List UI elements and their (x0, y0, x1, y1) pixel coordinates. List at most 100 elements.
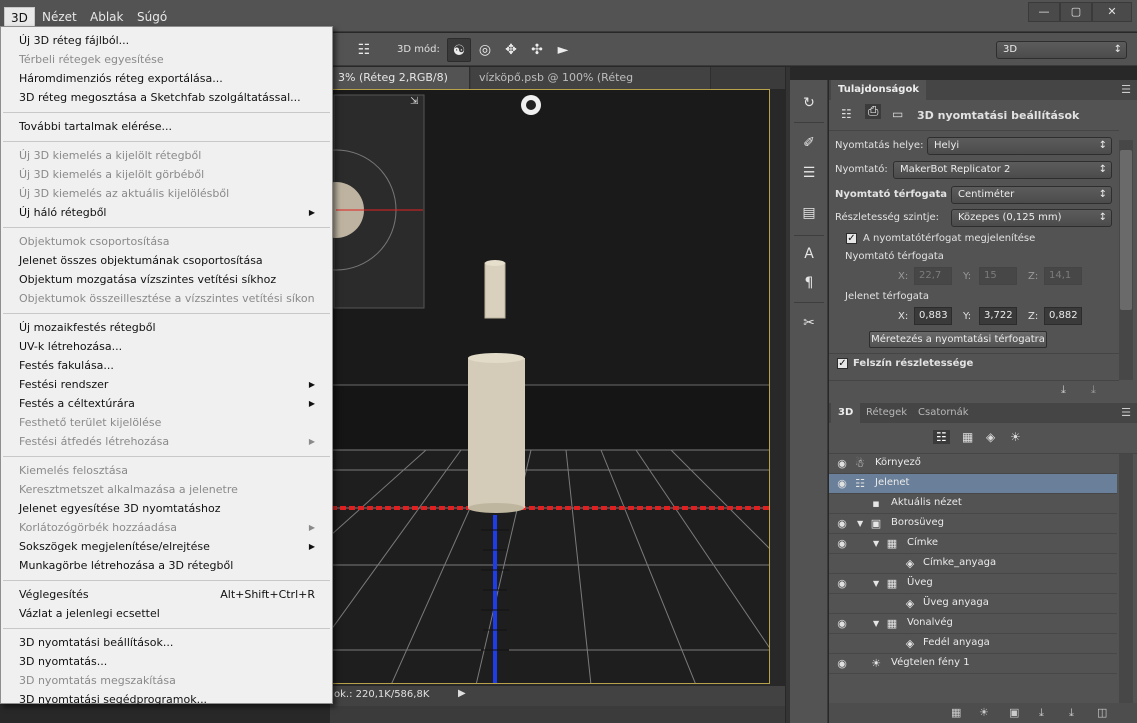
eye-icon[interactable]: ◉ (835, 537, 849, 551)
horizontal-scrollbar[interactable] (330, 706, 785, 723)
tab-layers[interactable]: Rétegek (859, 403, 914, 423)
scale-to-volume-button[interactable]: Méretezés a nyomtatási térfogatra (869, 331, 1047, 348)
settings-icon[interactable]: ⤓ (1069, 706, 1074, 720)
menu-item[interactable]: UV-k létrehozása... (19, 338, 319, 356)
menu-view[interactable]: Nézet (36, 7, 83, 27)
menu-item[interactable]: Festési rendszer ▶ (19, 376, 319, 394)
panel-menu-icon[interactable]: ☰ (1121, 83, 1131, 96)
menu-item[interactable]: Új 3D réteg fájlból... (19, 32, 319, 50)
eye-icon[interactable]: ◉ (835, 477, 849, 491)
menu-item[interactable]: Új háló rétegből ▶ (19, 204, 319, 222)
scene-volume-z[interactable]: 0,882 (1044, 307, 1082, 325)
tab-3d[interactable]: 3D (831, 403, 861, 423)
layer-row-infinite-light[interactable]: ◉ ☀ Végtelen fény 1 (829, 654, 1117, 674)
tab-document-1[interactable]: 3% (Réteg 2,RGB/8) *✕ (330, 67, 470, 106)
scale-video-icon[interactable]: ► (551, 38, 575, 62)
maximize-button[interactable]: ▢ (1060, 2, 1092, 22)
menu-help[interactable]: Súgó (131, 7, 173, 27)
eye-icon[interactable]: ◉ (835, 657, 849, 671)
layer-row-environment[interactable]: ◉ ☃ Környező (829, 454, 1117, 474)
eye-icon[interactable]: ◉ (835, 617, 849, 631)
menu-item[interactable]: További tartalmak elérése... (19, 118, 319, 136)
brush-preset-icon[interactable]: ☰ (798, 162, 820, 184)
scrollbar-thumb[interactable] (1120, 150, 1132, 310)
filter-light-icon[interactable]: ☀ (1010, 430, 1021, 444)
filter-mesh-icon[interactable]: ▦ (962, 430, 973, 444)
layer-row-glass[interactable]: ◉ ▼ ▦ Üveg (829, 574, 1117, 594)
tool-presets-icon[interactable]: ✂ (798, 312, 820, 334)
menu-item[interactable]: Sokszögek megjelenítése/elrejtése ▶ (19, 538, 319, 556)
menu-item[interactable]: Háromdimenziós réteg exportálása... (19, 70, 319, 88)
menu-item[interactable]: Festés fakulása... (19, 357, 319, 375)
menu-item[interactable]: Jelenet egyesítése 3D nyomtatáshoz (19, 500, 319, 518)
expand-triangle-icon[interactable]: ▼ (873, 538, 883, 550)
expand-triangle-icon[interactable]: ▼ (873, 618, 883, 630)
detail-select[interactable]: Közepes (0,125 mm) (951, 209, 1112, 227)
render-icon[interactable]: ▣ (1009, 706, 1019, 719)
print-icon[interactable]: ⎙ (865, 104, 882, 119)
eye-icon[interactable]: ◉ (835, 577, 849, 591)
menu-item[interactable]: Objektum mozgatása vízszintes vetítési s… (19, 271, 319, 289)
menu-item[interactable]: 3D nyomtatási segédprogramok... (19, 691, 319, 709)
character-icon[interactable]: A (798, 243, 820, 265)
tab-channels[interactable]: Csatornák (911, 403, 976, 423)
close-button[interactable]: ✕ (1092, 2, 1132, 22)
export-icon[interactable]: ⤓ (1039, 706, 1044, 720)
menu-item[interactable]: Festés a céltextúrára ▶ (19, 395, 319, 413)
layer-row-current-view[interactable]: ▪ Aktuális nézet (829, 494, 1117, 514)
layer-row-cap[interactable]: ◉ ▼ ▦ Vonalvég (829, 614, 1117, 634)
filter-material-icon[interactable]: ◈ (986, 430, 995, 444)
layer-row-scene[interactable]: ◉ ☷ Jelenet (829, 474, 1117, 494)
tab-document-2[interactable]: vízköpő.psb @ 100% (Réteg 2,RGB/8)✕ (471, 67, 711, 106)
cube-icon[interactable]: ▭ (892, 107, 903, 121)
align-icon[interactable]: ☷ (352, 38, 376, 62)
eye-icon[interactable]: ◉ (835, 457, 849, 471)
filter-scene-icon[interactable]: ☷ (933, 430, 950, 444)
new-light-icon[interactable]: ☀ (979, 706, 989, 719)
trash-icon[interactable]: ◫ (1097, 706, 1107, 719)
layers-scrollbar[interactable] (1119, 454, 1133, 704)
reset-icon[interactable]: ⤓ (1091, 383, 1096, 397)
panel-menu-icon[interactable]: ☰ (1121, 406, 1131, 419)
workspace-select[interactable]: 3D (996, 41, 1127, 59)
orbit-icon[interactable]: ☯ (447, 38, 471, 62)
scene-volume-x[interactable]: 0,883 (914, 307, 952, 325)
expand-icon[interactable]: ⇲ (410, 96, 418, 107)
minimize-button[interactable]: — (1028, 2, 1060, 22)
menu-3d[interactable]: 3D (4, 7, 35, 27)
layer-row-bottle[interactable]: ◉ ▼ ▣ Borosüveg (829, 514, 1117, 534)
roll-icon[interactable]: ◎ (473, 38, 497, 62)
menu-item[interactable]: Új mozaikfestés rétegből (19, 319, 319, 337)
layer-row-label-material[interactable]: ◈ Címke_anyaga (829, 554, 1117, 574)
menu-item[interactable]: 3D réteg megosztása a Sketchfab szolgált… (19, 89, 319, 107)
show-volume-checkbox[interactable]: ✓ (846, 233, 857, 244)
scene-volume-y[interactable]: 3,722 (979, 307, 1017, 325)
tab-properties[interactable]: Tulajdonságok (831, 80, 926, 100)
export-icon[interactable]: ⤓ (1061, 383, 1066, 397)
pan-icon[interactable]: ✥ (499, 38, 523, 62)
clone-source-icon[interactable]: ▤ (798, 202, 820, 224)
scene-icon[interactable]: ☷ (841, 107, 852, 121)
status-arrow-icon[interactable]: ▶ (458, 688, 466, 699)
print-location-select[interactable]: Helyi (927, 137, 1112, 155)
paragraph-icon[interactable]: ¶ (798, 272, 820, 294)
new-mesh-icon[interactable]: ▦ (951, 706, 961, 719)
viewport-3d[interactable]: ⇲ (330, 89, 770, 684)
printer-select[interactable]: MakerBot Replicator 2 (893, 161, 1112, 179)
volume-unit-select[interactable]: Centiméter (951, 186, 1112, 204)
surface-detail-checkbox[interactable]: ✓ (837, 358, 848, 369)
menu-item[interactable]: Munkagörbe létrehozása a 3D rétegből (19, 557, 319, 575)
menu-window[interactable]: Ablak (84, 7, 129, 27)
menu-item[interactable]: Véglegesítés Alt+Shift+Ctrl+R (19, 586, 319, 604)
layer-row-label[interactable]: ◉ ▼ ▦ Címke (829, 534, 1117, 554)
menu-item[interactable]: 3D nyomtatás... (19, 653, 319, 671)
menu-item[interactable]: 3D nyomtatási beállítások... (19, 634, 319, 652)
layer-row-glass-material[interactable]: ◈ Üveg anyaga (829, 594, 1117, 614)
brush-icon[interactable]: ✐ (798, 132, 820, 154)
menu-item[interactable]: Jelenet összes objektumának csoportosítá… (19, 252, 319, 270)
eye-icon[interactable]: ◉ (835, 517, 849, 531)
slide-icon[interactable]: ✣ (525, 38, 549, 62)
layer-row-cap-material[interactable]: ◈ Fedél anyaga (829, 634, 1117, 654)
expand-triangle-icon[interactable]: ▼ (857, 518, 867, 530)
expand-triangle-icon[interactable]: ▼ (873, 578, 883, 590)
